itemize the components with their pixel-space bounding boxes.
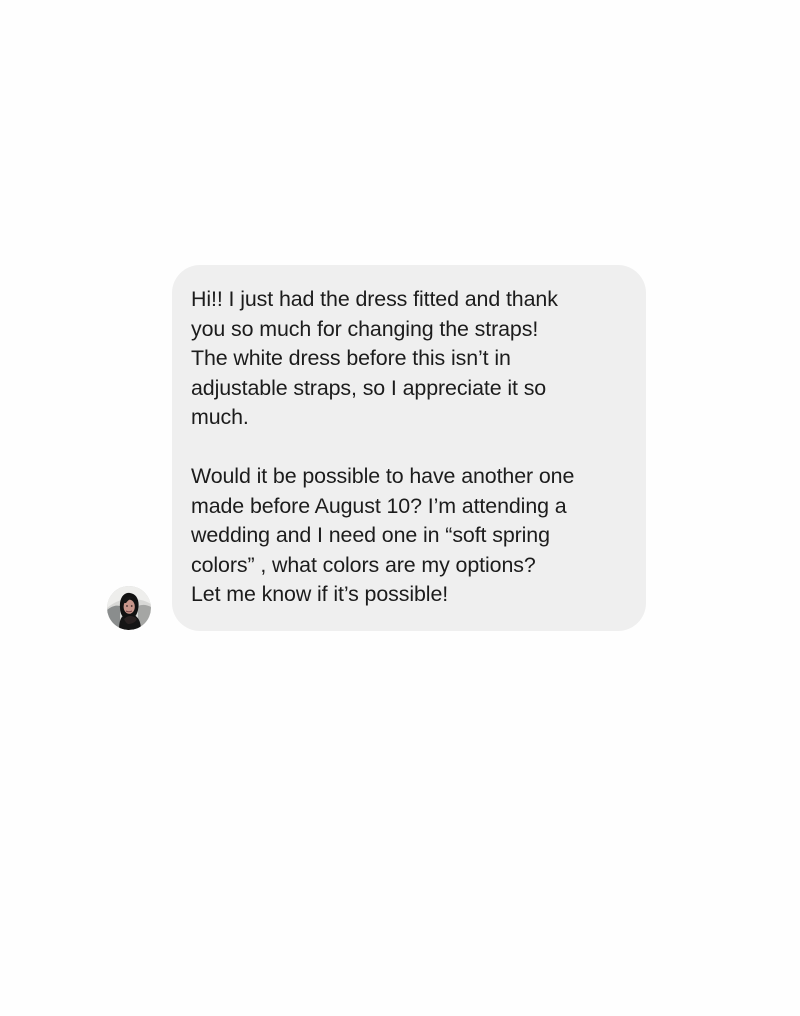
message-line: colors” , what colors are my options? [191,552,536,577]
message-line: made before August 10? I’m attending a [191,493,567,518]
message-bubble[interactable]: Hi!! I just had the dress fitted and tha… [172,265,646,631]
message-line: you so much for changing the straps! [191,316,539,341]
message-line: The white dress before this isn’t in [191,346,511,370]
message-line: Hi!! I just had the dress fitted and tha… [191,287,558,311]
profile-photo-icon [107,586,151,630]
message-line: Let me know if it’s possible! [191,582,449,606]
message-line: Would it be possible to have another one [191,464,575,488]
message-paragraph: Would it be possible to have another one… [191,462,626,610]
message-paragraph: Hi!! I just had the dress fitted and tha… [191,285,626,433]
sender-avatar[interactable] [107,586,151,630]
message-line: wedding and I need one in “soft spring [191,523,550,547]
incoming-message-row: Hi!! I just had the dress fitted and tha… [0,0,800,1016]
message-line: much. [191,405,249,429]
message-line: adjustable straps, so I appreciate it so [191,375,547,400]
chat-screen: Hi!! I just had the dress fitted and tha… [0,0,800,1016]
